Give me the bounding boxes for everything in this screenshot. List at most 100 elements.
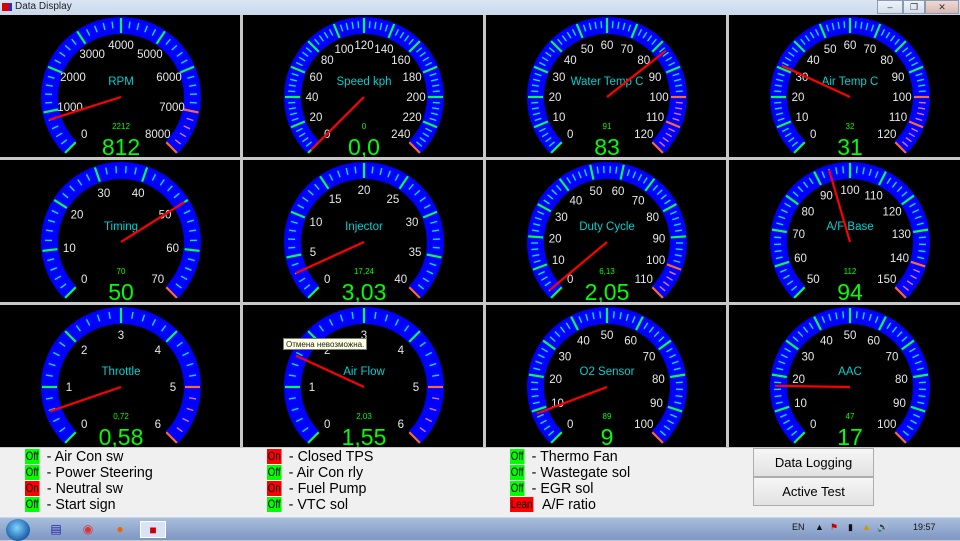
status-badge: Off: [25, 449, 39, 464]
tick-label: 100: [335, 44, 354, 56]
tick-label: 40: [807, 55, 820, 67]
tick-label: 50: [807, 274, 820, 286]
restore-button[interactable]: ❐: [903, 0, 925, 14]
tick-label: 100: [634, 419, 653, 431]
close-button[interactable]: ✕: [925, 0, 959, 14]
gauge-svg: 0102030405060708090100110120Air Temp C32…: [729, 15, 960, 157]
tick-label: 0: [810, 419, 816, 431]
gauge-svg: 0102030405060708090100110120Water Temp C…: [486, 15, 726, 157]
tick-label: 5: [310, 247, 316, 259]
tick-label: 6: [398, 419, 404, 431]
tick-label: 5: [413, 382, 419, 394]
tick-label: 90: [650, 398, 663, 410]
start-button[interactable]: [6, 519, 30, 541]
tick-label: 50: [824, 44, 837, 56]
tick-label: 140: [890, 253, 909, 265]
tick-label: 60: [867, 336, 880, 348]
status-item: Off- Air Con sw: [25, 449, 123, 465]
minor-tick: [612, 21, 613, 28]
title-bar: Data Display – ❐ ✕: [0, 0, 960, 15]
tick-label: 70: [632, 195, 645, 207]
gauge-secondary-value: 32: [846, 122, 855, 131]
tick-label: 240: [391, 129, 410, 141]
tick-label: 70: [621, 44, 634, 56]
gauge-title: O2 Sensor: [580, 366, 635, 378]
minor-tick: [531, 91, 538, 92]
tick-label: 40: [820, 336, 833, 348]
tick-label: 70: [792, 229, 805, 241]
tick-label: 50: [601, 330, 614, 342]
firefox-icon[interactable]: ●: [110, 521, 130, 538]
tick-label: 130: [892, 229, 911, 241]
status-item: Off- Air Con rly: [267, 465, 363, 481]
tick-label: 4: [155, 345, 162, 357]
tick-label: 30: [555, 212, 568, 224]
tick-label: 40: [564, 55, 577, 67]
tick-label: 2000: [60, 72, 86, 84]
clock[interactable]: 19:57: [913, 522, 936, 532]
chrome-icon[interactable]: ◉: [78, 521, 98, 538]
minor-tick: [855, 21, 856, 28]
minor-tick: [775, 251, 782, 252]
gauge-secondary-value: 70: [117, 267, 126, 276]
minor-tick: [676, 249, 683, 250]
tick-label: 20: [549, 92, 562, 104]
status-label: - Start sign: [47, 496, 116, 513]
tick-label: 0: [324, 274, 330, 286]
gauge-svg: 010002000300040005000600070008000RPM2212…: [0, 15, 240, 157]
gauge-value: 31: [837, 134, 863, 157]
tick-label: 40: [394, 274, 407, 286]
gauge-secondary-value: 112: [844, 267, 857, 276]
floppy-app-icon[interactable]: ▤: [46, 521, 66, 538]
gauge-throttle: 0123456Throttle0,720,58: [0, 305, 240, 447]
gauge-title: Timing: [104, 221, 138, 233]
data-display-taskbar-button[interactable]: ■: [140, 521, 166, 538]
tick-label: 120: [877, 129, 896, 141]
minor-tick: [355, 167, 356, 174]
status-badge: On: [25, 481, 40, 496]
status-badge: On: [267, 481, 282, 496]
network-icon[interactable]: ▲: [862, 522, 871, 532]
tick-label: 15: [329, 194, 342, 206]
gauge-value: 2,05: [585, 279, 630, 302]
minor-tick: [433, 102, 440, 103]
tick-label: 1: [309, 382, 315, 394]
gauge-value: 9: [601, 424, 614, 447]
volume-icon[interactable]: 🔊: [877, 522, 888, 533]
battery-icon[interactable]: ▮: [848, 522, 853, 533]
data-logging-button[interactable]: Data Logging: [753, 448, 874, 477]
gauge-title: Duty Cycle: [579, 221, 635, 233]
major-tick: [528, 236, 543, 237]
tick-label: 80: [880, 55, 893, 67]
tick-label: 20: [71, 209, 84, 221]
tick-label: 70: [151, 274, 164, 286]
gauge-speed-kph: 020406080100120140160180200220240Speed k…: [243, 15, 483, 157]
gauge-secondary-value: 91: [603, 122, 612, 131]
minor-tick: [600, 311, 601, 318]
action-center-flag-icon[interactable]: ⚑: [830, 522, 838, 533]
tick-label: 0: [81, 274, 87, 286]
show-hidden-icons[interactable]: ▲: [815, 522, 824, 532]
tick-label: 35: [409, 247, 422, 259]
tick-label: 6: [155, 419, 161, 431]
tick-label: 8000: [145, 129, 171, 141]
language-indicator[interactable]: EN: [792, 522, 805, 532]
gauge-a-f-base: 5060708090100110120130140150A/F Base1129…: [729, 160, 960, 302]
tick-label: 90: [892, 72, 905, 84]
gauge-duty-cycle: 0102030405060708090100110Duty Cycle6,132…: [486, 160, 726, 302]
tick-label: 0: [567, 419, 573, 431]
status-item: Off- Start sign: [25, 497, 116, 513]
tick-label: 4: [398, 345, 405, 357]
minimize-button[interactable]: –: [877, 0, 903, 14]
gauge-needle: [50, 387, 121, 411]
tick-label: 80: [802, 206, 815, 218]
minor-tick: [676, 102, 683, 103]
tick-label: 20: [792, 374, 805, 386]
tick-label: 80: [646, 212, 659, 224]
tick-label: 50: [590, 186, 603, 198]
gauge-svg: 0123456Throttle0,720,58: [0, 305, 240, 447]
tick-label: 10: [553, 112, 566, 124]
active-test-button[interactable]: Active Test: [753, 477, 874, 506]
status-badge: Off: [510, 465, 524, 480]
tick-label: 100: [649, 92, 668, 104]
